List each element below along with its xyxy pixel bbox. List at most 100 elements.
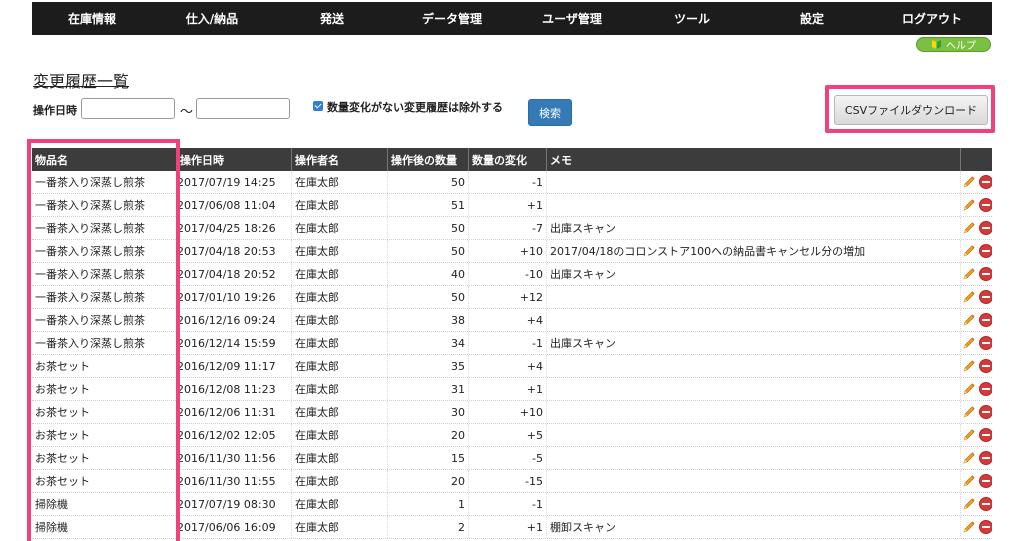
pencil-icon[interactable] xyxy=(961,175,976,190)
cell-qty-change: +5 xyxy=(469,424,547,446)
nav-purchase-delivery[interactable]: 仕入/納品 xyxy=(152,10,272,27)
cell-actions xyxy=(961,470,992,492)
cell-memo xyxy=(547,309,961,331)
delete-icon[interactable] xyxy=(978,428,992,442)
delete-icon[interactable] xyxy=(978,382,992,396)
cell-item-name: お茶セット xyxy=(32,378,177,400)
cell-item-name: 一番茶入り深蒸し煎茶 xyxy=(32,194,177,216)
cell-datetime: 2017/06/06 16:09 xyxy=(177,516,292,538)
pencil-icon[interactable] xyxy=(961,244,976,259)
table-row: お茶セット 2016/12/09 11:17 在庫太郎 35 +4 xyxy=(32,355,992,378)
top-nav: 在庫情報 仕入/納品 発送 データ管理 ユーザ管理 ツール 設定 ログアウト xyxy=(32,2,992,35)
table-body: 一番茶入り深蒸し煎茶 2017/07/19 14:25 在庫太郎 50 -1 一番茶入り深… xyxy=(32,171,992,539)
pencil-icon[interactable] xyxy=(961,382,976,397)
cell-operator: 在庫太郎 xyxy=(292,217,388,239)
pencil-icon[interactable] xyxy=(961,313,976,328)
delete-icon[interactable] xyxy=(978,267,992,281)
delete-icon[interactable] xyxy=(978,497,992,511)
cell-actions xyxy=(961,286,992,308)
cell-operator: 在庫太郎 xyxy=(292,240,388,262)
delete-icon[interactable] xyxy=(978,474,992,488)
nav-settings[interactable]: 設定 xyxy=(752,10,872,27)
cell-operator: 在庫太郎 xyxy=(292,309,388,331)
cell-item-name: 掃除機 xyxy=(32,493,177,515)
cell-datetime: 2017/06/08 11:04 xyxy=(177,194,292,216)
cell-operator: 在庫太郎 xyxy=(292,332,388,354)
pencil-icon[interactable] xyxy=(961,290,976,305)
cell-operator: 在庫太郎 xyxy=(292,286,388,308)
exclude-checkbox[interactable] xyxy=(313,101,323,111)
delete-icon[interactable] xyxy=(978,221,992,235)
pencil-icon[interactable] xyxy=(961,451,976,466)
cell-memo xyxy=(547,378,961,400)
pencil-icon[interactable] xyxy=(961,474,976,489)
pencil-icon[interactable] xyxy=(961,336,976,351)
header-datetime[interactable]: 操作日時 xyxy=(177,148,292,171)
pencil-icon[interactable] xyxy=(961,221,976,236)
table-row: お茶セット 2016/11/30 11:55 在庫太郎 20 -15 xyxy=(32,470,992,493)
pencil-icon[interactable] xyxy=(961,198,976,213)
table-row: 一番茶入り深蒸し煎茶 2017/04/18 20:52 在庫太郎 40 -10 出庫スキャ… xyxy=(32,263,992,286)
header-qty-after[interactable]: 操作後の数量 xyxy=(388,148,469,171)
delete-icon[interactable] xyxy=(978,244,992,258)
date-from-input[interactable] xyxy=(81,98,175,119)
header-memo[interactable]: メモ xyxy=(547,148,961,171)
cell-memo xyxy=(547,470,961,492)
pencil-icon[interactable] xyxy=(961,267,976,282)
pencil-icon[interactable] xyxy=(961,359,976,374)
delete-icon[interactable] xyxy=(978,359,992,373)
cell-qty-after: 50 xyxy=(388,286,469,308)
cell-qty-after: 30 xyxy=(388,401,469,423)
cell-memo xyxy=(547,171,961,193)
cell-qty-after: 50 xyxy=(388,217,469,239)
pencil-icon[interactable] xyxy=(961,428,976,443)
cell-qty-after: 50 xyxy=(388,171,469,193)
delete-icon[interactable] xyxy=(978,313,992,327)
cell-qty-after: 20 xyxy=(388,424,469,446)
table-row: 一番茶入り深蒸し煎茶 2017/07/19 14:25 在庫太郎 50 -1 xyxy=(32,171,992,194)
delete-icon[interactable] xyxy=(978,198,992,212)
help-button[interactable]: ヘルプ xyxy=(916,37,991,52)
delete-icon[interactable] xyxy=(978,175,992,189)
beginner-mark-icon xyxy=(932,40,941,49)
header-qty-change[interactable]: 数量の変化 xyxy=(469,148,547,171)
cell-qty-change: +4 xyxy=(469,309,547,331)
nav-tools[interactable]: ツール xyxy=(632,10,752,27)
cell-operator: 在庫太郎 xyxy=(292,401,388,423)
cell-memo: 出庫スキャン xyxy=(547,217,961,239)
cell-item-name: 一番茶入り深蒸し煎茶 xyxy=(32,332,177,354)
cell-datetime: 2016/12/09 11:17 xyxy=(177,355,292,377)
date-to-input[interactable] xyxy=(196,98,290,119)
nav-logout[interactable]: ログアウト xyxy=(872,10,992,27)
delete-icon[interactable] xyxy=(978,405,992,419)
header-operator[interactable]: 操作者名 xyxy=(292,148,388,171)
cell-qty-change: +1 xyxy=(469,378,547,400)
cell-datetime: 2016/12/08 11:23 xyxy=(177,378,292,400)
history-table: 物品名 操作日時 操作者名 操作後の数量 数量の変化 メモ 一番茶入り深蒸し煎茶… xyxy=(32,148,992,539)
cell-operator: 在庫太郎 xyxy=(292,263,388,285)
cell-item-name: お茶セット xyxy=(32,447,177,469)
cell-item-name: お茶セット xyxy=(32,355,177,377)
delete-icon[interactable] xyxy=(978,451,992,465)
nav-user-management[interactable]: ユーザ管理 xyxy=(512,10,632,27)
csv-download-button[interactable]: CSVファイルダウンロード xyxy=(834,95,988,125)
nav-shipping[interactable]: 発送 xyxy=(272,10,392,27)
delete-icon[interactable] xyxy=(978,520,992,534)
cell-memo xyxy=(547,493,961,515)
pencil-icon[interactable] xyxy=(961,520,976,535)
pencil-icon[interactable] xyxy=(961,497,976,512)
header-item-name[interactable]: 物品名 xyxy=(32,148,177,171)
search-button[interactable]: 検索 xyxy=(528,99,572,126)
nav-data-management[interactable]: データ管理 xyxy=(392,10,512,27)
cell-qty-change: +1 xyxy=(469,516,547,538)
nav-inventory[interactable]: 在庫情報 xyxy=(32,10,152,27)
cell-actions xyxy=(961,493,992,515)
cell-item-name: 一番茶入り深蒸し煎茶 xyxy=(32,171,177,193)
cell-memo xyxy=(547,401,961,423)
delete-icon[interactable] xyxy=(978,336,992,350)
table-row: お茶セット 2016/12/06 11:31 在庫太郎 30 +10 xyxy=(32,401,992,424)
cell-qty-change: +1 xyxy=(469,194,547,216)
pencil-icon[interactable] xyxy=(961,405,976,420)
cell-actions xyxy=(961,355,992,377)
delete-icon[interactable] xyxy=(978,290,992,304)
